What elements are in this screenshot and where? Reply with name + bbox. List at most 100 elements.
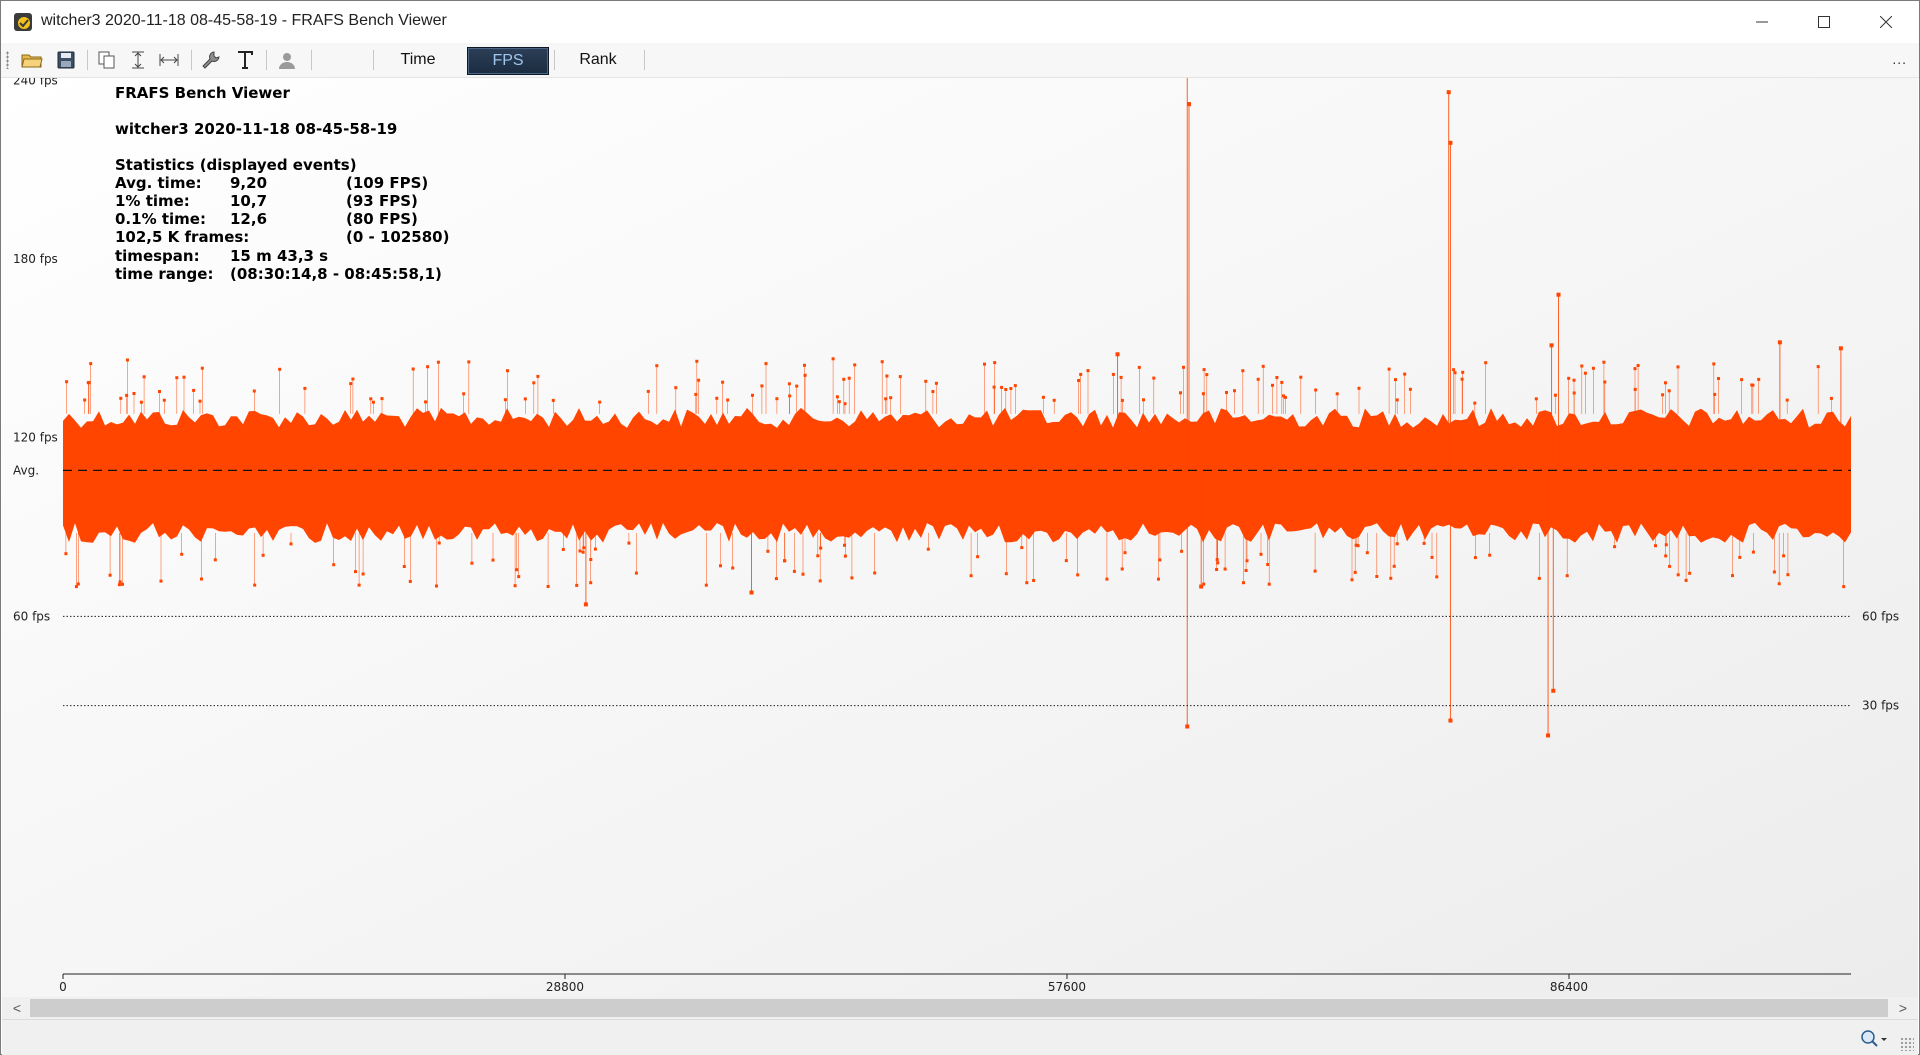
outlier-point <box>1242 581 1245 585</box>
outlier-point <box>884 397 888 401</box>
outlier-point <box>1842 585 1846 589</box>
outlier-point <box>847 376 851 380</box>
outlier-point <box>1079 372 1083 376</box>
outlier-point <box>1816 365 1820 369</box>
outlier-point <box>1740 378 1744 382</box>
outlier-point <box>1738 555 1742 559</box>
y-tick-label: 60 fps <box>13 609 50 623</box>
fit-horizontal-icon[interactable] <box>157 48 181 72</box>
y-tick-label: 180 fps <box>13 252 58 266</box>
outlier-point <box>853 363 857 367</box>
outlier-point <box>578 549 582 553</box>
resize-grip[interactable] <box>1900 1037 1914 1051</box>
outlier-point <box>783 559 786 563</box>
outlier-point <box>931 390 935 393</box>
large-spike-point <box>1777 340 1782 345</box>
outlier-point <box>213 558 217 562</box>
outlier-point <box>65 380 69 384</box>
close-icon <box>1880 16 1892 28</box>
reference-lines <box>62 469 1851 979</box>
outlier-point <box>289 542 293 546</box>
tab-time[interactable]: Time <box>387 47 449 73</box>
outlier-point <box>1392 564 1396 568</box>
close-button[interactable] <box>1855 1 1917 43</box>
outlier-point <box>992 385 996 389</box>
open-folder-icon[interactable] <box>20 48 44 72</box>
outlier-point <box>993 361 997 365</box>
outlier-point <box>889 396 893 400</box>
outlier-point <box>506 369 509 373</box>
outlier-point <box>1572 378 1576 382</box>
outlier-point <box>119 396 123 400</box>
outlier-point <box>582 546 586 550</box>
scrollbar-thumb[interactable] <box>30 999 1888 1017</box>
minimize-button[interactable] <box>1731 1 1793 43</box>
outlier-point <box>1179 391 1182 395</box>
outlier-point <box>1256 377 1260 381</box>
horizontal-scrollbar[interactable]: < > <box>2 997 1918 1019</box>
outlier-point <box>1123 551 1127 555</box>
outlier-point <box>1782 554 1786 558</box>
outlier-point <box>1086 369 1090 373</box>
outlier-point <box>1572 391 1576 395</box>
outlier-point <box>1408 387 1412 391</box>
outlier-point <box>1387 367 1391 371</box>
tab-rank[interactable]: Rank <box>567 47 629 73</box>
outlier-point <box>1064 559 1068 563</box>
toolbar-grip[interactable] <box>6 51 9 69</box>
user-icon[interactable] <box>275 48 299 72</box>
outlier-point <box>87 381 91 385</box>
outlier-point <box>1020 546 1024 550</box>
large-spike-point <box>1199 584 1204 589</box>
large-spike-point <box>749 590 754 595</box>
wrench-icon[interactable] <box>199 48 223 72</box>
outlier-point <box>1829 396 1833 400</box>
outlier-point <box>850 576 854 580</box>
maximize-button[interactable] <box>1793 1 1855 43</box>
outlier-point <box>1395 542 1399 546</box>
outlier-point <box>491 558 495 562</box>
outlier-point <box>380 397 384 401</box>
outlier-point <box>655 364 659 368</box>
outlier-point <box>697 378 701 382</box>
average-label: Avg. <box>13 463 39 477</box>
save-icon[interactable] <box>54 48 78 72</box>
outlier-point <box>1453 371 1457 375</box>
outlier-point <box>1488 553 1492 557</box>
outlier-point <box>1152 376 1156 380</box>
outlier-point <box>1435 575 1439 579</box>
stats-header: Statistics (displayed events) <box>115 156 357 174</box>
outlier-point <box>118 580 122 584</box>
outlier-point <box>198 399 202 403</box>
app-logo-icon <box>13 12 33 32</box>
outlier-point <box>1583 371 1587 375</box>
text-icon[interactable] <box>233 48 257 72</box>
window-title: witcher3 2020-11-18 08-45-58-19 - FRAFS … <box>41 12 447 29</box>
zoom-dropdown-button[interactable] <box>1858 1028 1890 1050</box>
stat-label: 0.1% time: <box>115 210 206 228</box>
outlier-point <box>1664 543 1668 547</box>
outlier-point <box>715 396 719 400</box>
toolbar-separator <box>644 50 645 70</box>
large-spike-point <box>1556 292 1561 297</box>
stat-extra: (109 FPS) <box>346 174 428 192</box>
copy-icon[interactable] <box>95 48 119 72</box>
outlier-point <box>435 584 438 588</box>
outlier-point <box>351 377 355 381</box>
outlier-point <box>436 360 440 364</box>
toolbar-overflow-button[interactable]: ... <box>1892 51 1907 67</box>
outlier-point <box>175 376 179 380</box>
outlier-point <box>1452 368 1456 372</box>
outlier-point <box>252 389 256 393</box>
fit-vertical-icon[interactable] <box>126 48 150 72</box>
outlier-point <box>551 398 555 402</box>
scroll-left-arrow-icon[interactable]: < <box>4 997 30 1019</box>
fps-plot-area[interactable]: Avg. 60 fps 30 fps 240 fps 180 fps 120 fps 60 … <box>2 78 1918 997</box>
outlier-point <box>598 400 602 404</box>
toolbar-separator <box>311 50 312 70</box>
scroll-right-arrow-icon[interactable]: > <box>1890 997 1916 1019</box>
outlier-point <box>1076 573 1080 577</box>
outlier-point <box>74 585 78 589</box>
tab-fps[interactable]: FPS <box>467 47 549 75</box>
outlier-point <box>1335 392 1339 396</box>
